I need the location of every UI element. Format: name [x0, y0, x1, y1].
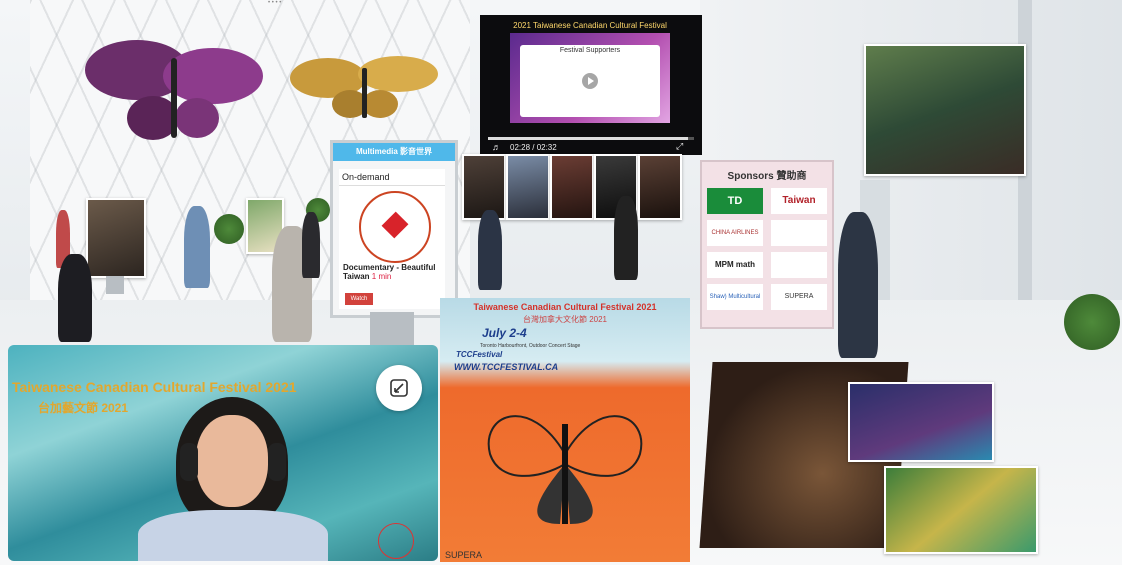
- visitor-figure: [478, 210, 502, 290]
- visitor-figure: [184, 206, 210, 288]
- sponsor-logo[interactable]: SUPERA: [771, 284, 827, 310]
- virtual-exhibition-hall: • • • • 2021 Taiwanese Canadian Cultural…: [0, 0, 1122, 565]
- expand-icon: [390, 379, 408, 397]
- sponsor-logo[interactable]: TD: [707, 188, 763, 214]
- fullscreen-icon[interactable]: ⤢: [676, 141, 683, 152]
- photo-stand: [106, 276, 124, 294]
- webcam-title-en: Taiwanese Canadian Cultural Festival 202…: [12, 379, 297, 395]
- speaker-webcam-overlay[interactable]: Taiwanese Canadian Cultural Festival 202…: [8, 345, 438, 561]
- musician-photo[interactable]: [506, 154, 550, 220]
- kiosk-stand: [370, 312, 414, 346]
- dance-performance-photo[interactable]: [848, 382, 994, 462]
- video-frame: 2021 Taiwanese Canadian Cultural Festiva…: [510, 21, 670, 123]
- sponsor-logo[interactable]: Taiwan: [771, 188, 827, 214]
- webcam-title-zh: 台加藝文節 2021: [38, 401, 129, 415]
- visitor-figure: [58, 254, 92, 342]
- expand-button[interactable]: [376, 365, 422, 411]
- video-slide-subtitle: Festival Supporters: [559, 47, 621, 54]
- potted-plant: [214, 214, 244, 244]
- sponsor-logo[interactable]: [771, 252, 827, 278]
- sponsor-logo[interactable]: Shaw) Multicultural: [707, 284, 763, 310]
- canada-leaf-logo-icon: [359, 191, 431, 263]
- visitor-figure: [302, 212, 320, 278]
- visitor-figure: [838, 212, 878, 358]
- poster-title-zh: 台灣加拿大文化節 2021: [522, 315, 608, 324]
- volume-icon[interactable]: ♬: [492, 142, 501, 152]
- festival-logo-icon: [378, 523, 414, 559]
- watch-button[interactable]: Watch: [345, 293, 373, 305]
- musician-photo[interactable]: [550, 154, 594, 220]
- band-photo[interactable]: [864, 44, 1026, 176]
- musician-photo[interactable]: [462, 154, 506, 220]
- headphones-icon: [268, 443, 286, 481]
- sponsors-title: Sponsors 贊助商: [727, 171, 807, 182]
- headphones-icon: [180, 443, 198, 481]
- sponsor-slide: Festival Supporters: [520, 45, 660, 117]
- video-slide-title: 2021 Taiwanese Canadian Cultural Festiva…: [513, 21, 667, 30]
- multimedia-kiosk[interactable]: Multimedia 影音世界 On-demand Documentary - …: [330, 140, 458, 318]
- poster-bottom-sponsor: SUPERA: [445, 550, 483, 560]
- speaker-body: [138, 510, 328, 561]
- sponsor-logo[interactable]: CHINA AIRLINES: [707, 220, 763, 246]
- poster-social: TCCFestival: [456, 350, 503, 359]
- video-time: 02:28 / 02:32: [510, 143, 557, 152]
- visitor-figure: [614, 196, 638, 280]
- video-progress-bar[interactable]: [488, 137, 694, 140]
- potted-plant: [1064, 294, 1120, 350]
- sponsors-board[interactable]: Sponsors 贊助商 TD Taiwan CHINA AIRLINES MP…: [700, 160, 834, 329]
- tab-on-demand[interactable]: On-demand: [339, 169, 445, 186]
- sponsor-logo[interactable]: MPM math: [707, 252, 763, 278]
- decorative-mark: • • • •: [268, 0, 282, 6]
- poster-location: Toronto Harbourfront, Outdoor Concert St…: [480, 343, 581, 349]
- festival-poster[interactable]: Taiwanese Canadian Cultural Festival 202…: [440, 298, 690, 562]
- golden-butterfly-decoration: [290, 56, 438, 118]
- butterfly-sculpture-icon: [487, 415, 643, 524]
- kiosk-screen: On-demand Documentary - Beautiful Taiwan…: [339, 169, 445, 309]
- musician-photo[interactable]: [638, 154, 682, 220]
- video-player[interactable]: 2021 Taiwanese Canadian Cultural Festiva…: [480, 15, 702, 155]
- kiosk-item-duration: 1 min: [371, 272, 392, 281]
- dance-performance-photo[interactable]: [884, 466, 1038, 554]
- poster-website[interactable]: WWW.TCCFESTIVAL.CA: [454, 362, 558, 372]
- purple-butterfly-decoration: [85, 40, 263, 140]
- kiosk-item[interactable]: Documentary - Beautiful Taiwan 1 min: [343, 263, 445, 281]
- artist-portrait-photo[interactable]: [86, 198, 146, 278]
- speaker-face: [196, 415, 268, 507]
- poster-title-en: Taiwanese Canadian Cultural Festival 202…: [473, 302, 657, 312]
- kiosk-header: Multimedia 影音世界: [333, 143, 455, 161]
- sponsor-logo[interactable]: [771, 220, 827, 246]
- poster-dates: July 2-4: [482, 326, 527, 340]
- video-progress-fill: [488, 137, 688, 140]
- play-icon[interactable]: [582, 73, 598, 89]
